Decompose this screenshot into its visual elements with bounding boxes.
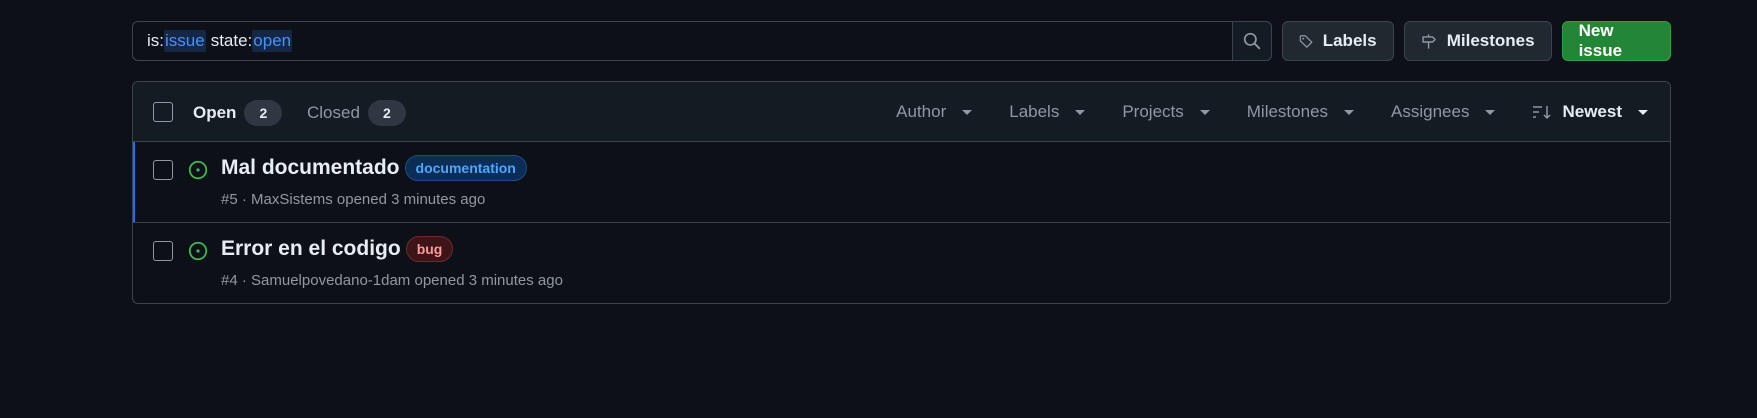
- chevron-down-icon: [1075, 109, 1086, 115]
- author-filter[interactable]: Author: [896, 102, 973, 122]
- search-qualifier-key: is:: [147, 31, 164, 50]
- tag-icon: [1299, 34, 1313, 48]
- tab-closed-label: Closed: [307, 103, 360, 122]
- issue-open-icon: [188, 160, 208, 180]
- issue-opened-time: opened 3 minutes ago: [414, 272, 563, 289]
- issue-checkbox[interactable]: [153, 241, 173, 261]
- milestones-filter-label: Milestones: [1246, 102, 1329, 121]
- search-qualifier-key: state:: [210, 31, 253, 50]
- issue-label[interactable]: bug: [405, 236, 454, 262]
- search-icon: [1243, 32, 1260, 50]
- assignees-filter-label: Assignees: [1391, 102, 1470, 121]
- search-qualifier-value: issue: [164, 30, 206, 52]
- issue-label[interactable]: documentation: [404, 155, 527, 181]
- issue-checkbox[interactable]: [153, 160, 173, 180]
- issue-title-link[interactable]: Error en el codigo: [221, 237, 401, 261]
- sort-icon: [1533, 106, 1551, 120]
- milestones-button[interactable]: Milestones: [1403, 21, 1552, 61]
- issue-title-line: Error en el codigo bug: [221, 236, 454, 262]
- tab-open[interactable]: Open 2: [193, 100, 283, 126]
- select-all-checkbox[interactable]: [153, 102, 173, 122]
- chevron-down-icon: [1485, 109, 1496, 115]
- chevron-down-icon: [962, 109, 973, 115]
- issue-title-link[interactable]: Mal documentado: [221, 156, 400, 180]
- search-qualifier-value: open: [252, 30, 293, 52]
- meta-separator: ·: [241, 272, 247, 289]
- issue-row[interactable]: Mal documentado documentation #5 · MaxSi…: [133, 142, 1670, 223]
- issue-row[interactable]: Error en el codigo bug #4 · Samuelpoveda…: [133, 223, 1670, 303]
- issue-author-link[interactable]: Samuelpovedano-1dam: [251, 272, 410, 289]
- issues-list: Open 2 Closed 2 Author Labels Projects M…: [132, 81, 1671, 304]
- issue-meta: #5 · MaxSistems opened 3 minutes ago: [221, 191, 485, 208]
- labels-filter[interactable]: Labels: [1009, 102, 1086, 122]
- issue-open-icon: [188, 241, 208, 261]
- issue-meta: #4 · Samuelpovedano-1dam opened 3 minute…: [221, 272, 563, 289]
- tab-closed[interactable]: Closed 2: [307, 100, 406, 126]
- labels-button[interactable]: Labels: [1281, 21, 1394, 61]
- closed-count-badge: 2: [367, 100, 406, 126]
- projects-filter[interactable]: Projects: [1122, 102, 1210, 122]
- search-input[interactable]: is: issue state: open: [132, 21, 1233, 61]
- open-count-badge: 2: [244, 100, 283, 126]
- chevron-down-icon: [1199, 109, 1210, 115]
- meta-separator: ·: [241, 191, 247, 208]
- labels-filter-label: Labels: [1009, 102, 1060, 121]
- new-issue-button-label: New issue: [1578, 21, 1623, 60]
- issues-toolbar: is: issue state: open Labels Milestones New…: [132, 21, 1671, 61]
- sort-dropdown-label: Newest: [1562, 102, 1622, 121]
- issues-list-header: Open 2 Closed 2 Author Labels Projects M…: [133, 82, 1670, 142]
- milestones-filter[interactable]: Milestones: [1246, 102, 1355, 122]
- milestones-button-label: Milestones: [1446, 31, 1535, 50]
- new-issue-button[interactable]: New issue: [1561, 21, 1671, 61]
- milestone-icon: [1421, 33, 1436, 49]
- issue-title-line: Mal documentado documentation: [221, 155, 527, 181]
- assignees-filter[interactable]: Assignees: [1391, 102, 1496, 122]
- labels-button-label: Labels: [1322, 31, 1377, 50]
- filter-bar: Author Labels Projects Milestones Assign…: [859, 82, 1648, 142]
- chevron-down-icon: [1638, 109, 1648, 115]
- issue-number: #4: [221, 272, 238, 289]
- tab-open-label: Open: [193, 103, 237, 122]
- author-filter-label: Author: [896, 102, 947, 121]
- issue-author-link[interactable]: MaxSistems: [251, 191, 333, 208]
- chevron-down-icon: [1344, 109, 1355, 115]
- issue-opened-time: opened 3 minutes ago: [336, 191, 486, 208]
- search-button[interactable]: [1232, 21, 1272, 61]
- sort-dropdown[interactable]: Newest: [1532, 102, 1648, 122]
- projects-filter-label: Projects: [1122, 102, 1184, 121]
- issue-number: #5: [221, 191, 238, 208]
